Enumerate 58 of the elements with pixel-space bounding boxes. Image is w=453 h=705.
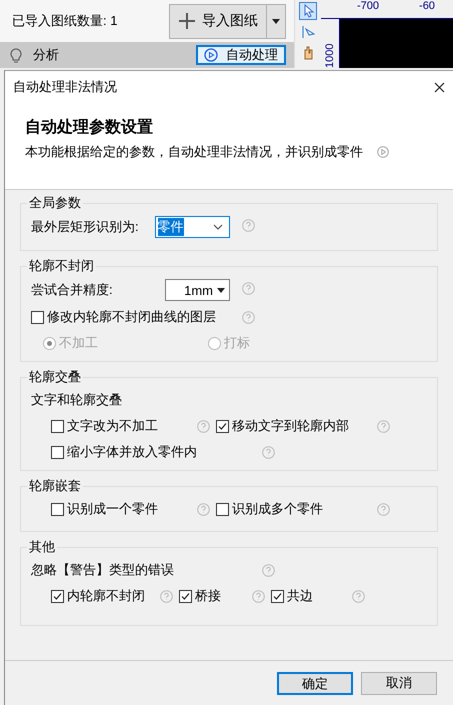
dialog-button[interactable]: 确定 bbox=[277, 672, 353, 694]
dialog-title: 自动处理非法情况 bbox=[13, 78, 117, 96]
ruler-label: 1000 bbox=[324, 42, 336, 68]
group-title: 轮廓交叠 bbox=[28, 368, 82, 386]
subheading: 忽略【警告】类型的错误 bbox=[31, 561, 174, 579]
checkbox[interactable]: 桥接 bbox=[179, 587, 221, 605]
field-label: 最外层矩形识别为: bbox=[31, 218, 139, 236]
drawing-count: 已导入图纸数量: 1 bbox=[12, 12, 118, 30]
caret-icon bbox=[272, 18, 280, 24]
node-edit-icon[interactable] bbox=[300, 24, 316, 40]
play-icon bbox=[204, 48, 218, 62]
help-icon[interactable] bbox=[197, 502, 210, 516]
checkbox[interactable]: 共边 bbox=[271, 587, 313, 605]
help-icon[interactable] bbox=[197, 420, 210, 432]
group-title: 轮廓嵌套 bbox=[28, 477, 82, 495]
dialog-description: 本功能根据给定的参数，自动处理非法情况，并识别成零件 bbox=[25, 143, 363, 161]
help-icon[interactable] bbox=[160, 590, 173, 602]
help-icon[interactable] bbox=[377, 420, 390, 432]
help-icon[interactable] bbox=[242, 282, 255, 295]
checkbox[interactable]: 文字改为不加工 bbox=[51, 417, 158, 435]
group-title: 全局参数 bbox=[28, 194, 82, 212]
help-icon[interactable] bbox=[377, 502, 390, 516]
check-icon bbox=[181, 592, 190, 600]
chevron-icon bbox=[213, 224, 223, 230]
pointer-icon[interactable] bbox=[299, 2, 317, 20]
check-icon bbox=[273, 592, 282, 600]
auto-process-button[interactable]: 自动处理 bbox=[196, 45, 286, 65]
subheading: 文字和轮廓交叠 bbox=[31, 391, 122, 409]
field-label: 尝试合并精度: bbox=[31, 281, 113, 299]
help-icon[interactable] bbox=[252, 590, 265, 602]
ruler-label: -700 bbox=[357, 0, 380, 12]
help-icon[interactable] bbox=[242, 219, 255, 232]
close-icon[interactable] bbox=[434, 82, 445, 92]
caret-icon bbox=[217, 288, 225, 292]
help-icon[interactable] bbox=[242, 310, 255, 324]
ruler-label: -60 bbox=[419, 0, 435, 12]
analysis-label: 分析 bbox=[33, 47, 59, 62]
help-icon[interactable] bbox=[262, 564, 275, 576]
checkbox[interactable]: 识别成多个零件 bbox=[216, 500, 323, 518]
group-title: 其他 bbox=[28, 538, 56, 556]
group-title: 轮廓不封闭 bbox=[28, 257, 95, 275]
checkbox[interactable]: 缩小字体并放入零件内 bbox=[51, 443, 197, 461]
help-icon[interactable] bbox=[262, 446, 275, 458]
plus-icon bbox=[178, 12, 196, 30]
check-icon bbox=[218, 422, 227, 430]
check-icon bbox=[53, 592, 62, 600]
checkbox[interactable]: 识别成一个零件 bbox=[51, 500, 158, 518]
help-icon[interactable] bbox=[352, 590, 365, 602]
checkbox[interactable]: 移动文字到轮廓内部 bbox=[216, 417, 349, 435]
checkbox[interactable]: 修改内轮廓不封闭曲线的图层 bbox=[31, 308, 216, 326]
layer-dropdown[interactable]: 零件 bbox=[154, 216, 230, 238]
checkbox[interactable]: 内轮廓不封闭 bbox=[51, 587, 145, 605]
canvas[interactable] bbox=[340, 19, 453, 68]
lightbulb-icon bbox=[10, 48, 22, 62]
precision-combo[interactable]: 1mm bbox=[164, 279, 230, 301]
dialog-heading: 自动处理参数设置 bbox=[25, 117, 154, 138]
dialog-button[interactable]: 取消 bbox=[361, 672, 437, 694]
play-icon[interactable] bbox=[377, 146, 389, 158]
